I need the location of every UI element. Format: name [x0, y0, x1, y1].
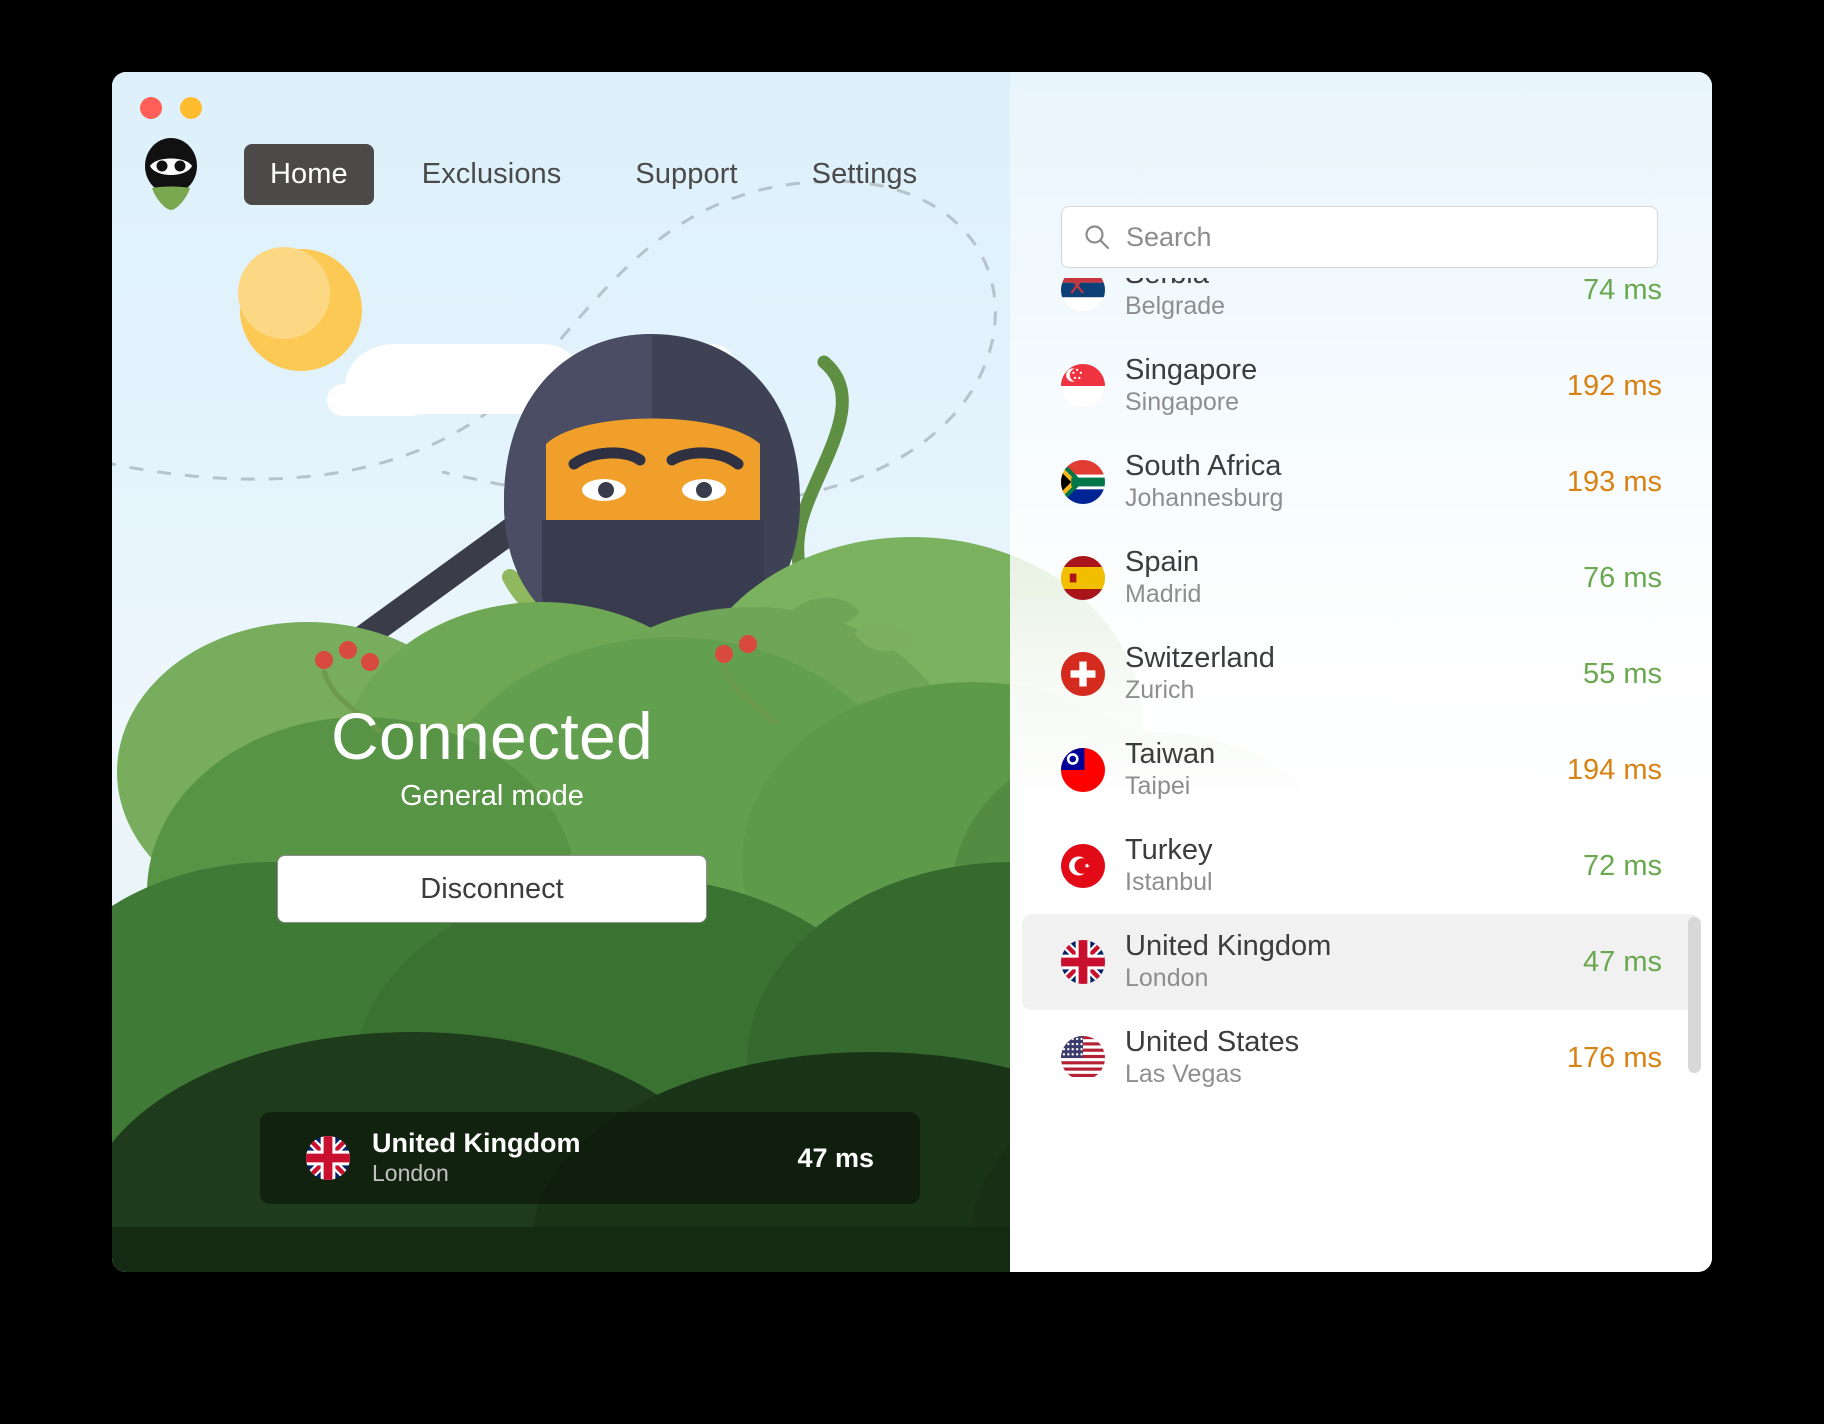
- search-container: Search: [1061, 206, 1658, 268]
- flag-icon-rs: [1061, 278, 1105, 312]
- server-item-ping: 192 ms: [1566, 369, 1662, 402]
- server-item-text: Turkey Istanbul: [1125, 833, 1213, 898]
- server-item-text: Spain Madrid: [1125, 545, 1201, 610]
- server-item-ping: 176 ms: [1566, 1041, 1662, 1074]
- server-item-text: United Kingdom London: [1125, 929, 1331, 994]
- server-list: SerbiaBelgrade 74 ms SingaporeSingapore 192…: [1010, 278, 1712, 1106]
- current-location-country: United Kingdom: [372, 1128, 581, 1159]
- server-list-item[interactable]: SerbiaBelgrade 74 ms: [1022, 278, 1700, 338]
- server-item-country: United Kingdom: [1125, 930, 1332, 963]
- server-item-city: Taipei: [1125, 772, 1191, 801]
- server-item-country: Spain: [1125, 546, 1200, 579]
- server-item-ping: 74 ms: [1583, 278, 1662, 306]
- server-list-item[interactable]: Taiwan Taipei 194 ms: [1022, 722, 1700, 818]
- minimize-button[interactable]: [180, 97, 202, 119]
- server-item-city: Las Vegas: [1125, 1060, 1242, 1089]
- server-item-ping: 47 ms: [1583, 945, 1662, 978]
- server-item-country: Serbia: [1125, 278, 1225, 291]
- connection-status-headline: Connected: [331, 699, 653, 773]
- server-item-country: South Africa: [1125, 450, 1282, 483]
- flag-icon-gb: [306, 1136, 350, 1180]
- server-list-item[interactable]: Spain Madrid 76 ms: [1022, 530, 1700, 626]
- server-list-scroll-area[interactable]: SerbiaBelgrade 74 ms SingaporeSingapore 192…: [1010, 278, 1712, 1272]
- app-window: Connected General mode Disconnect United…: [112, 72, 1712, 1272]
- search-placeholder: Search: [1126, 221, 1212, 252]
- server-item-text: Singapore Singapore: [1125, 353, 1257, 418]
- server-item-text: South Africa Johannesburg: [1125, 449, 1283, 514]
- server-list-item[interactable]: United Kingdom London 47 ms: [1022, 914, 1700, 1010]
- server-item-country: Taiwan: [1125, 738, 1216, 771]
- server-item-country: United States: [1125, 1026, 1300, 1059]
- server-item-ping: 193 ms: [1566, 465, 1662, 498]
- tab-support[interactable]: Support: [609, 144, 763, 205]
- server-item-city: Belgrade: [1125, 292, 1226, 321]
- server-item-city: Singapore: [1125, 388, 1239, 417]
- server-list-panel: Search SerbiaBelgrade 74 ms SingaporeSinga…: [1010, 72, 1712, 1272]
- flag-icon-tw: [1061, 748, 1105, 792]
- flag-icon-es: [1061, 556, 1105, 600]
- current-location-ping: 47 ms: [797, 1142, 874, 1173]
- server-list-scrollbar[interactable]: [1688, 917, 1701, 1073]
- server-item-ping: 194 ms: [1566, 753, 1662, 786]
- server-item-country: Switzerland: [1125, 642, 1275, 675]
- server-item-text: United States Las Vegas: [1125, 1025, 1299, 1090]
- current-location-bar[interactable]: United Kingdom London 47 ms: [260, 1112, 920, 1204]
- server-item-text: Taiwan Taipei: [1125, 737, 1215, 802]
- server-list-item[interactable]: United States Las Vegas 176 ms: [1022, 1010, 1700, 1106]
- search-input[interactable]: Search: [1061, 206, 1658, 268]
- flag-icon-us: [1061, 1036, 1105, 1080]
- nav-tabs: Home Exclusions Support Settings: [244, 143, 965, 205]
- window-controls: [140, 97, 202, 119]
- server-item-text: SerbiaBelgrade: [1125, 278, 1225, 323]
- connection-mode-label: General mode: [400, 779, 584, 812]
- server-item-text: Switzerland Zurich: [1125, 641, 1275, 706]
- server-item-city: Madrid: [1125, 580, 1202, 609]
- ninja-logo-icon: [140, 138, 202, 210]
- close-button[interactable]: [140, 97, 162, 119]
- flag-icon-tr: [1061, 844, 1105, 888]
- top-navigation: Home Exclusions Support Settings: [140, 138, 965, 210]
- server-list-item[interactable]: Turkey Istanbul 72 ms: [1022, 818, 1700, 914]
- flag-icon-gb: [1061, 940, 1105, 984]
- server-list-item[interactable]: South Africa Johannesburg 193 ms: [1022, 434, 1700, 530]
- tab-home[interactable]: Home: [244, 143, 374, 205]
- connection-status-block: Connected General mode Disconnect: [112, 699, 872, 923]
- server-item-city: Johannesburg: [1125, 484, 1284, 513]
- current-location-text: United Kingdom London: [372, 1128, 580, 1188]
- server-item-city: London: [1125, 964, 1209, 993]
- server-list-item[interactable]: Switzerland Zurich 55 ms: [1022, 626, 1700, 722]
- flag-icon-ch: [1061, 652, 1105, 696]
- server-item-city: Istanbul: [1125, 868, 1213, 897]
- server-item-country: Singapore: [1125, 354, 1258, 387]
- server-item-city: Zurich: [1125, 676, 1195, 705]
- tab-settings[interactable]: Settings: [786, 144, 944, 205]
- server-list-item[interactable]: Singapore Singapore 192 ms: [1022, 338, 1700, 434]
- server-item-ping: 55 ms: [1583, 657, 1662, 690]
- disconnect-button[interactable]: Disconnect: [277, 854, 707, 923]
- search-icon: [1085, 225, 1110, 250]
- server-item-ping: 76 ms: [1583, 561, 1662, 594]
- flag-icon-sg: [1061, 364, 1105, 408]
- current-location-city: London: [372, 1160, 449, 1187]
- server-item-country: Turkey: [1125, 834, 1213, 867]
- flag-icon-za: [1061, 460, 1105, 504]
- server-item-ping: 72 ms: [1583, 849, 1662, 882]
- tab-exclusions[interactable]: Exclusions: [396, 144, 588, 205]
